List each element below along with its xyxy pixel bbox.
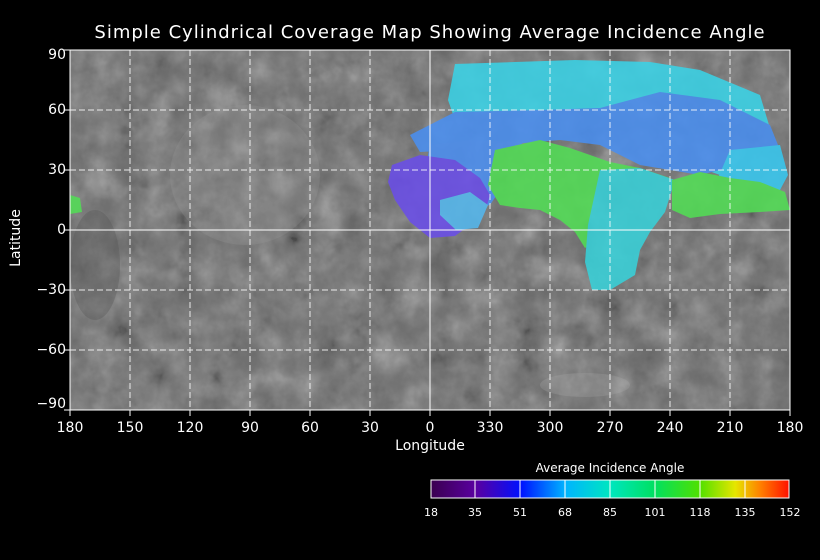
y-tick-label: 90 bbox=[48, 47, 66, 63]
x-tick-label: 60 bbox=[301, 420, 319, 436]
colorbar-tick-label: 101 bbox=[644, 506, 666, 519]
y-tick-label: −90 bbox=[36, 396, 66, 412]
colorbar-tick-label: 118 bbox=[689, 506, 711, 519]
x-tick-label: 90 bbox=[241, 420, 259, 436]
x-tick-label: 180 bbox=[776, 420, 804, 436]
colorbar-tick-label: 51 bbox=[513, 506, 527, 519]
y-tick-label: −60 bbox=[36, 342, 66, 358]
y-tick-label: 30 bbox=[48, 162, 66, 178]
y-tick-label: −30 bbox=[36, 282, 66, 298]
colorbar-tick-label: 152 bbox=[779, 506, 801, 519]
x-tick-label: 210 bbox=[716, 420, 744, 436]
colorbar-tick-label: 135 bbox=[734, 506, 756, 519]
x-tick-label: 330 bbox=[476, 420, 504, 436]
x-tick-label: 30 bbox=[361, 420, 379, 436]
x-tick-label: 180 bbox=[56, 420, 84, 436]
x-tick-label: 0 bbox=[425, 420, 435, 436]
y-tick-label: 60 bbox=[48, 102, 66, 118]
bright-region bbox=[170, 105, 320, 245]
colorbar-tick-label: 85 bbox=[603, 506, 617, 519]
colorbar-tick-label: 68 bbox=[558, 506, 572, 519]
x-tick-label: 240 bbox=[656, 420, 684, 436]
x-tick-label: 270 bbox=[596, 420, 624, 436]
coverage-map bbox=[64, 49, 791, 499]
colorbar-tick-label: 18 bbox=[424, 506, 438, 519]
crater bbox=[540, 373, 630, 397]
dark-region bbox=[70, 210, 120, 320]
x-tick-label: 300 bbox=[536, 420, 564, 436]
x-axis-label: Longitude bbox=[395, 438, 465, 454]
x-tick-label: 150 bbox=[116, 420, 144, 436]
colorbar-title: Average Incidence Angle bbox=[535, 461, 685, 475]
y-tick-label: 0 bbox=[57, 222, 66, 238]
colorbar-tick-label: 35 bbox=[468, 506, 482, 519]
x-tick-label: 120 bbox=[176, 420, 204, 436]
